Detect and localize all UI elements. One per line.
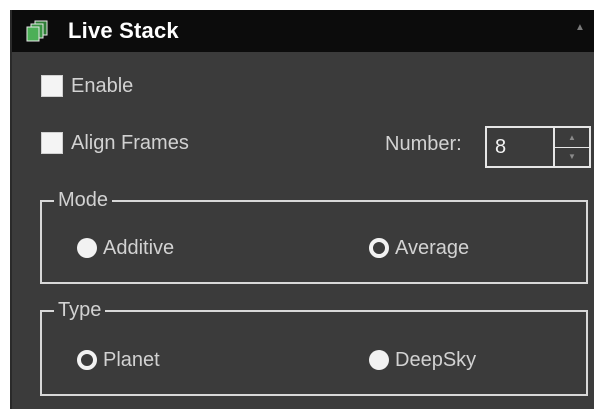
type-option-planet[interactable]: Planet <box>77 348 160 372</box>
mode-option-average[interactable]: Average <box>369 236 469 260</box>
planet-label: Planet <box>103 349 160 371</box>
number-spinbox[interactable]: 8 ▲ ▼ <box>485 126 591 168</box>
mode-group-title: Mode <box>54 188 113 212</box>
align-frames-option[interactable]: Align Frames <box>41 131 189 155</box>
planet-radio[interactable] <box>77 350 97 370</box>
enable-checkbox[interactable] <box>41 75 63 97</box>
additive-label: Additive <box>103 237 175 259</box>
average-radio[interactable] <box>369 238 389 258</box>
enable-label: Enable <box>71 75 134 97</box>
number-label: Number: <box>385 133 462 155</box>
screenshot-background: Live Stack ▲ Enable Align Frames Number:… <box>0 0 594 409</box>
align-frames-checkbox[interactable] <box>41 132 63 154</box>
enable-option[interactable]: Enable <box>41 74 133 98</box>
stack-icon <box>26 20 48 42</box>
collapse-caret-icon[interactable]: ▲ <box>574 22 586 34</box>
mode-option-additive[interactable]: Additive <box>77 236 174 260</box>
panel-header[interactable]: Live Stack ▲ <box>12 10 594 52</box>
type-group: Type Planet DeepSky <box>40 298 588 396</box>
deepsky-label: DeepSky <box>395 349 477 371</box>
average-label: Average <box>395 237 470 259</box>
spin-down-arrow-icon[interactable]: ▼ <box>555 147 589 166</box>
additive-radio[interactable] <box>77 238 97 258</box>
spin-up-arrow-icon[interactable]: ▲ <box>555 128 589 148</box>
panel-title: Live Stack <box>68 18 179 43</box>
type-group-title: Type <box>54 298 106 322</box>
spin-buttons: ▲ ▼ <box>553 128 589 166</box>
number-value[interactable]: 8 <box>495 135 506 159</box>
align-frames-label: Align Frames <box>71 132 189 154</box>
deepsky-radio[interactable] <box>369 350 389 370</box>
mode-group: Mode Additive Average <box>40 188 588 284</box>
live-stack-panel: Live Stack ▲ Enable Align Frames Number:… <box>10 10 594 409</box>
type-option-deepsky[interactable]: DeepSky <box>369 348 476 372</box>
